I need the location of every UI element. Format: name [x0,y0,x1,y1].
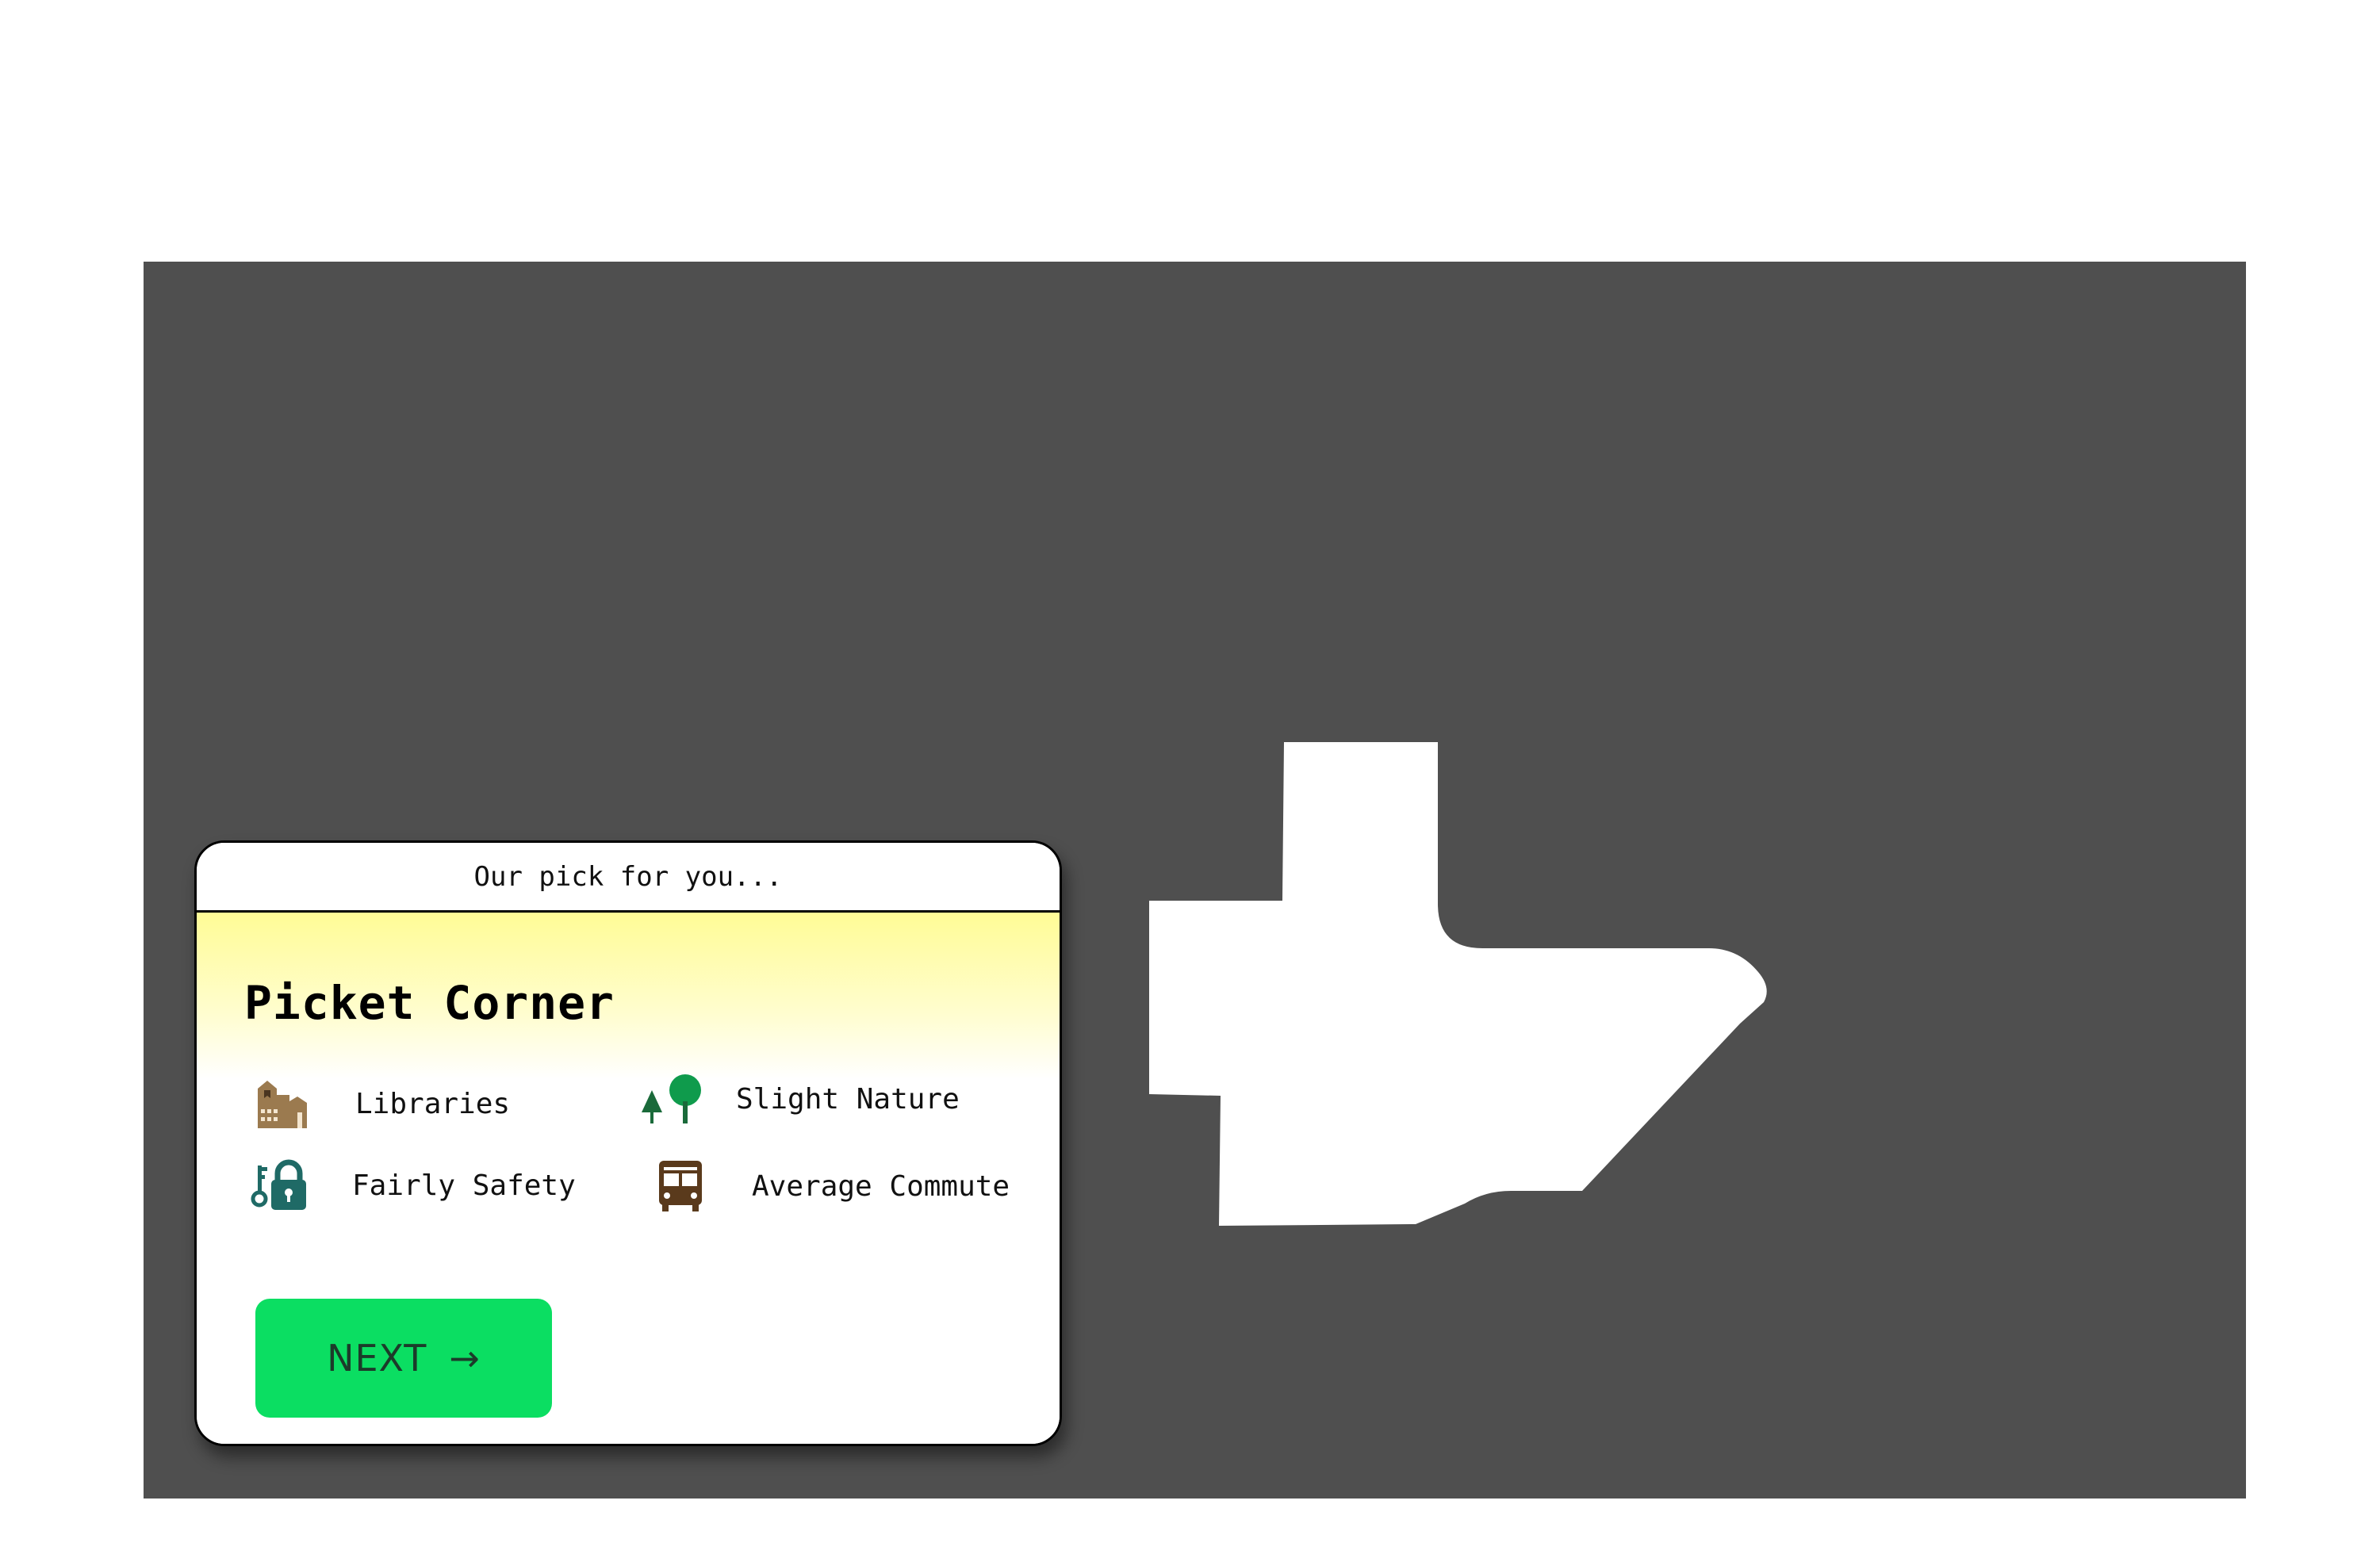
recommendation-card: Our pick for you... Picket Corner Librar… [194,840,1062,1446]
trees-icon [641,1071,704,1127]
card-body: Picket Corner Libraries Slight Nature Fa… [197,913,1060,1444]
feature-commute: Average Commute [649,1158,1010,1214]
feature-label: Slight Nature [736,1082,960,1116]
next-button-label: NEXT [327,1337,427,1380]
place-title: Picket Corner [244,976,615,1030]
card-header: Our pick for you... [197,843,1060,913]
feature-safety: Fairly Safety [249,1158,576,1213]
feature-label: Libraries [355,1087,511,1120]
feature-nature: Slight Nature [641,1071,960,1127]
bus-icon [649,1158,712,1214]
arrow-right-icon: → [449,1337,481,1380]
page: Our pick for you... Picket Corner Librar… [0,0,2380,1554]
next-button[interactable]: NEXT → [255,1299,552,1418]
feature-label: Average Commute [752,1169,1010,1203]
library-building-icon [251,1076,314,1131]
feature-label: Fairly Safety [352,1169,576,1202]
feature-libraries: Libraries [251,1076,510,1131]
key-lock-icon [249,1158,312,1213]
